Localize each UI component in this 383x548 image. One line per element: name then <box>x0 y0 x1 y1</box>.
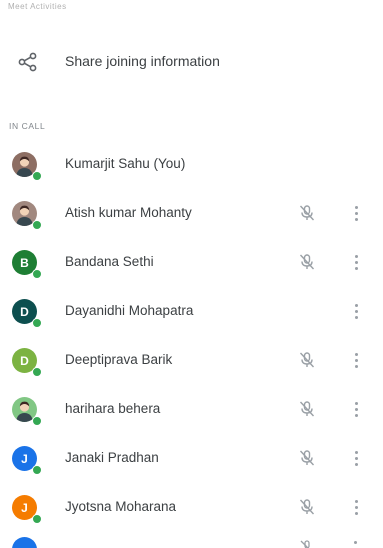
participant-row[interactable]: J Jyotsna Moharana <box>0 483 383 532</box>
participant-row[interactable]: J Janaki Pradhan <box>0 434 383 483</box>
share-joining-info-label: Share joining information <box>65 53 220 69</box>
participant-name: Deeptiprava Barik <box>65 352 173 367</box>
more-vert-icon[interactable] <box>349 448 363 468</box>
share-icon <box>17 51 39 73</box>
mic-off-icon <box>297 350 317 370</box>
avatar-initial: J <box>21 451 28 466</box>
more-vert-icon[interactable] <box>349 203 363 223</box>
participant-name: harihara behera <box>65 401 161 416</box>
participant-row[interactable]: D Deeptiprava Barik <box>0 336 383 385</box>
mic-off-icon <box>297 497 317 517</box>
mic-off-icon <box>297 448 317 468</box>
participant-list: Kumarjit Sahu (You) Atish kumar Mohanty B B… <box>0 140 383 532</box>
participant-row[interactable]: Kumarjit Sahu (You) <box>0 140 383 189</box>
presence-dot <box>32 318 42 328</box>
header-fragment: Meet Activities <box>8 2 67 11</box>
header-fragment-text: Meet Activities <box>8 2 67 11</box>
participant-name: Atish kumar Mohanty <box>65 205 192 220</box>
participant-name: Bandana Sethi <box>65 254 154 269</box>
avatar <box>12 537 37 548</box>
presence-dot <box>32 465 42 475</box>
avatar-initial: J <box>21 500 28 515</box>
participants-panel: Meet Activities Share joining informatio… <box>0 0 383 548</box>
participant-row[interactable]: B Bandana Sethi <box>0 238 383 287</box>
avatar-initial: D <box>20 353 29 368</box>
participant-name: Kumarjit Sahu (You) <box>65 156 186 171</box>
participant-row[interactable]: D Dayanidhi Mohapatra <box>0 287 383 336</box>
participant-name: Jyotsna Moharana <box>65 499 177 514</box>
participant-row[interactable]: harihara behera <box>0 385 383 434</box>
mic-off-icon <box>299 539 315 548</box>
avatar-initial: B <box>20 255 29 270</box>
in-call-section-header: IN CALL <box>9 121 46 131</box>
avatar-initial: D <box>20 304 29 319</box>
mic-off-icon <box>297 252 317 272</box>
presence-dot <box>32 171 42 181</box>
mic-off-icon <box>297 203 317 223</box>
participant-name: Dayanidhi Mohapatra <box>65 303 194 318</box>
more-vert-icon[interactable] <box>349 497 363 517</box>
more-vert-icon[interactable] <box>349 252 363 272</box>
more-vert-icon[interactable] <box>349 350 363 370</box>
presence-dot <box>32 514 42 524</box>
presence-dot <box>32 220 42 230</box>
presence-dot <box>32 367 42 377</box>
participant-row[interactable]: Atish kumar Mohanty <box>0 189 383 238</box>
presence-dot <box>32 416 42 426</box>
more-vert-icon[interactable] <box>349 301 363 321</box>
presence-dot <box>32 269 42 279</box>
participant-name: Janaki Pradhan <box>65 450 159 465</box>
participant-row-partial <box>0 535 383 548</box>
more-vert-icon[interactable] <box>349 399 363 419</box>
more-vert-icon <box>354 541 357 544</box>
mic-off-icon <box>297 399 317 419</box>
share-joining-info-button[interactable]: Share joining information <box>0 40 383 84</box>
